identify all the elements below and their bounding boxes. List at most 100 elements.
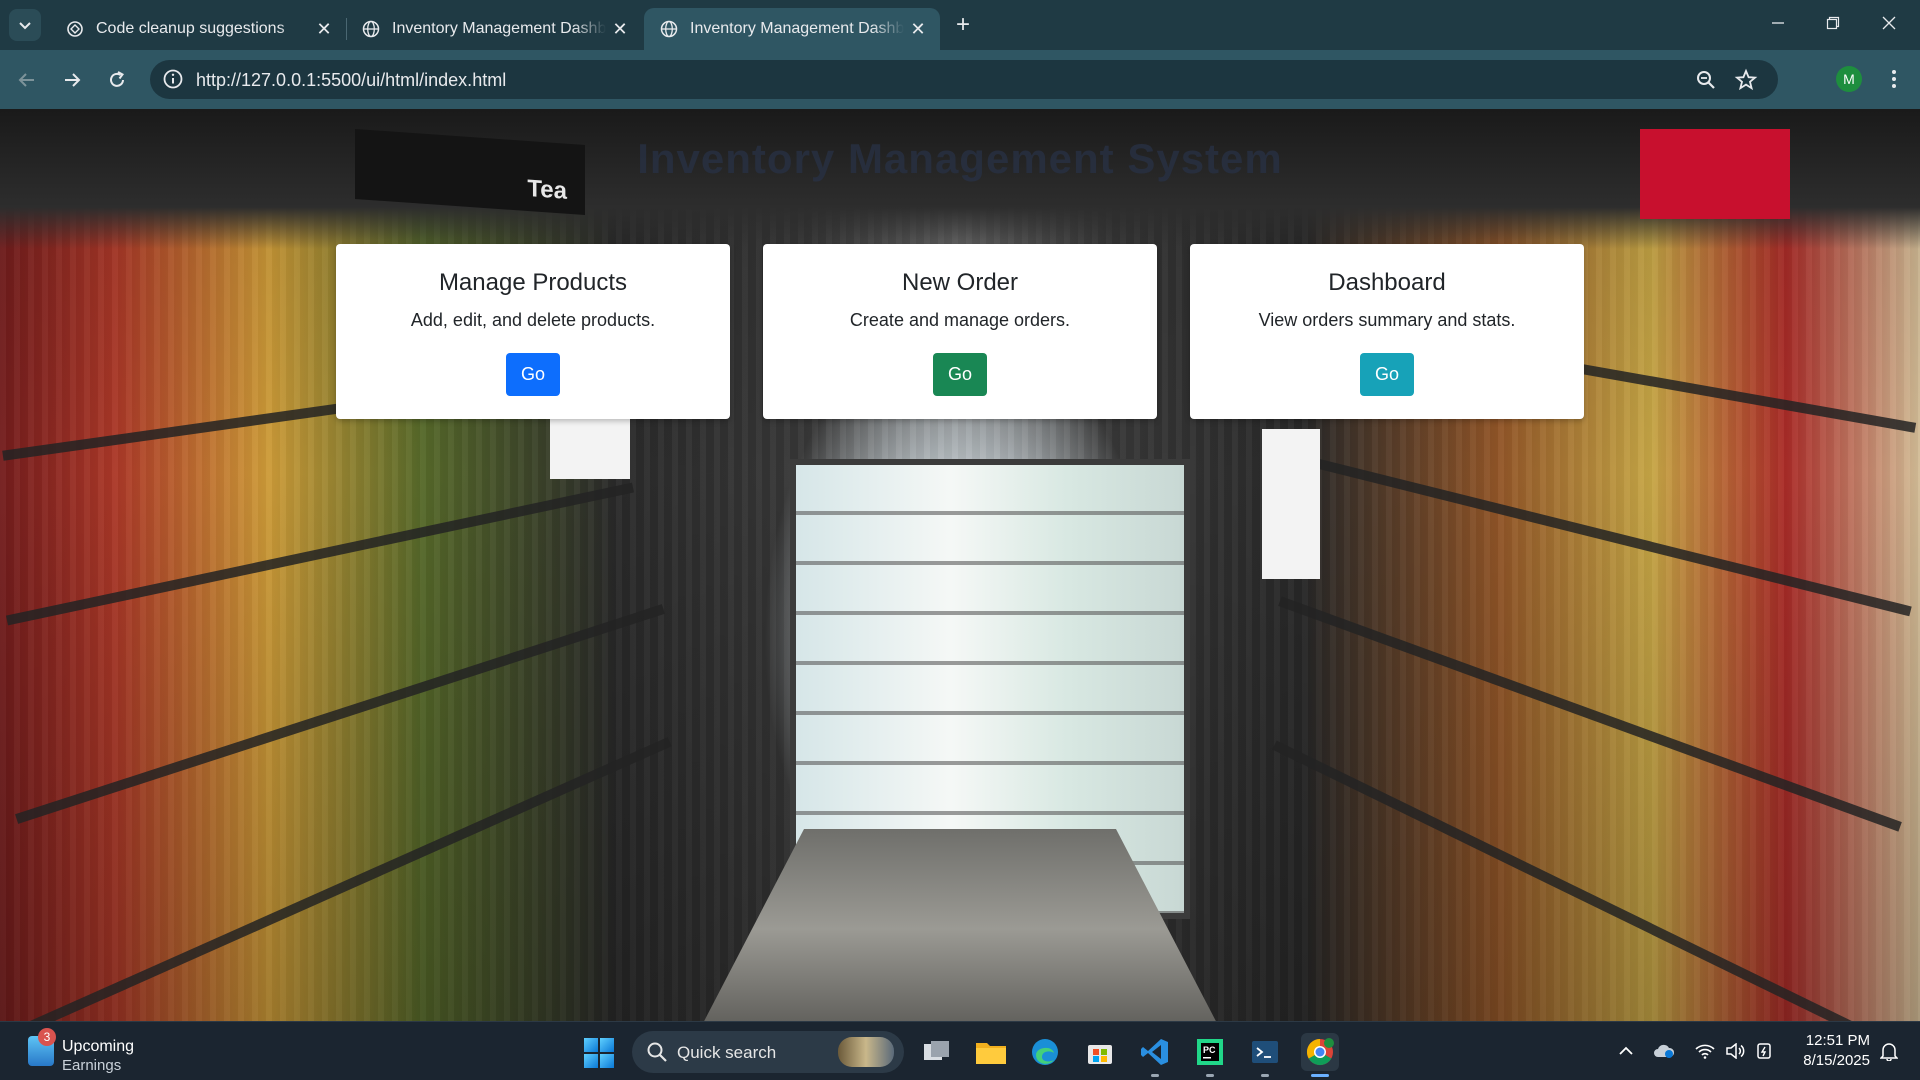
tab-title: Inventory Management Dashboard (690, 20, 904, 37)
windows-logo-icon (584, 1054, 598, 1068)
page-viewport: Tea Inventory Management System Manage P… (0, 109, 1920, 1021)
chrome-button[interactable] (1301, 1033, 1339, 1071)
clock-time: 12:51 PM (1805, 1032, 1870, 1049)
onedrive-tray-button[interactable] (1653, 1040, 1675, 1062)
globe-icon (362, 20, 380, 38)
card-description: Add, edit, and delete products. (410, 310, 656, 330)
more-menu-button[interactable] (1880, 64, 1908, 94)
taskbar-clock[interactable]: 12:51 PM 8/15/2025 (1790, 1031, 1870, 1071)
wifi-icon (1695, 1044, 1715, 1059)
taskbar-search[interactable]: Quick search (632, 1031, 904, 1073)
forward-button[interactable] (56, 64, 88, 96)
pycharm-button[interactable]: PC (1191, 1033, 1229, 1071)
arrow-left-icon (18, 73, 34, 87)
vscode-icon (1141, 1039, 1168, 1065)
show-hidden-icons-button[interactable] (1615, 1040, 1637, 1062)
address-bar[interactable]: http://127.0.0.1:5500/ui/html/index.html (150, 60, 1778, 99)
background-shelf (1288, 451, 1912, 617)
notifications-button[interactable] (1878, 1040, 1900, 1062)
browser-toolbar: http://127.0.0.1:5500/ui/html/index.html… (0, 50, 1920, 109)
windows-logo-icon (600, 1038, 614, 1052)
close-icon[interactable]: ✕ (904, 15, 932, 43)
volume-button[interactable] (1724, 1040, 1746, 1062)
task-view-icon (924, 1041, 949, 1060)
reload-icon (110, 71, 124, 87)
app-running-indicator (1261, 1074, 1269, 1077)
edge-button[interactable] (1026, 1033, 1064, 1071)
minimize-icon (1772, 22, 1784, 24)
cloud-icon (1654, 1044, 1675, 1058)
card-description: Create and manage orders. (849, 310, 1071, 330)
battery-button[interactable] (1754, 1040, 1776, 1062)
close-icon (1882, 16, 1896, 30)
chevron-down-icon (19, 22, 31, 30)
restore-icon (1826, 16, 1840, 30)
new-order-go-button[interactable]: Go (933, 353, 987, 396)
store-icon (1088, 1045, 1112, 1064)
tab-inventory-dashboard-active[interactable]: Inventory Management Dashboard ✕ (644, 8, 940, 50)
card-dashboard: Dashboard View orders summary and stats.… (1190, 244, 1584, 419)
speaker-icon (1726, 1043, 1745, 1059)
url-text[interactable]: http://127.0.0.1:5500/ui/html/index.html (196, 70, 506, 91)
manage-products-go-button[interactable]: Go (506, 353, 560, 396)
wifi-button[interactable] (1694, 1040, 1716, 1062)
restore-button[interactable] (1806, 0, 1860, 46)
page-title: Inventory Management System (637, 135, 1283, 182)
back-button[interactable] (11, 64, 43, 96)
dashboard-go-button[interactable]: Go (1360, 353, 1414, 396)
windows-logo-icon (584, 1038, 598, 1052)
arrow-right-icon (65, 73, 81, 87)
info-icon[interactable] (162, 68, 184, 90)
card-manage-products: Manage Products Add, edit, and delete pr… (336, 244, 730, 419)
tab-title: Code cleanup suggestions (96, 20, 285, 37)
terminal-icon (1252, 1041, 1278, 1063)
app-running-indicator (1151, 1074, 1159, 1077)
file-explorer-button[interactable] (972, 1033, 1010, 1071)
browser-tab-strip: Code cleanup suggestions ✕ Inventory Man… (0, 0, 1920, 50)
reload-button[interactable] (101, 64, 133, 96)
more-vert-icon (1892, 70, 1896, 88)
background-shelf (5, 482, 635, 626)
clock-date: 8/15/2025 (1803, 1052, 1870, 1069)
windows-taskbar: 3 Upcoming Earnings Quick search PC 12:5… (0, 1021, 1920, 1080)
battery-icon (1757, 1043, 1771, 1059)
bell-icon (1880, 1043, 1898, 1061)
widgets-button[interactable]: 3 Upcoming Earnings (24, 1028, 194, 1074)
tab-inventory-dashboard-1[interactable]: Inventory Management Dashboard ✕ (346, 8, 642, 50)
app-active-indicator (1311, 1074, 1329, 1077)
new-tab-button[interactable]: + (948, 10, 978, 40)
zoom-icon[interactable] (1694, 68, 1718, 92)
card-title: Dashboard (1328, 269, 1446, 296)
card-title: Manage Products (438, 269, 628, 296)
card-description: View orders summary and stats. (1258, 310, 1516, 330)
widget-line2: Earnings (62, 1057, 122, 1074)
notification-badge: 3 (38, 1028, 56, 1046)
tab-search-button[interactable] (9, 9, 41, 41)
globe-icon (660, 20, 678, 38)
app-running-indicator (1206, 1074, 1214, 1077)
chevron-up-icon (1619, 1046, 1633, 1055)
close-icon[interactable]: ✕ (606, 15, 634, 43)
folder-icon (976, 1043, 1006, 1064)
pycharm-icon: PC (1197, 1039, 1223, 1065)
edge-icon (1032, 1039, 1058, 1065)
search-highlight-image (838, 1037, 894, 1067)
close-icon[interactable]: ✕ (310, 15, 338, 43)
svg-text:PC: PC (1203, 1045, 1216, 1055)
profile-avatar[interactable]: M (1836, 66, 1862, 92)
tab-title: Inventory Management Dashboard (392, 20, 606, 37)
vscode-button[interactable] (1136, 1033, 1174, 1071)
nav-cards: Manage Products Add, edit, and delete pr… (336, 244, 1584, 419)
terminal-button[interactable] (1246, 1033, 1284, 1071)
task-view-button[interactable] (918, 1033, 956, 1071)
search-icon (647, 1042, 667, 1062)
close-window-button[interactable] (1862, 0, 1916, 46)
card-new-order: New Order Create and manage orders. Go (763, 244, 1157, 419)
store-button[interactable] (1081, 1033, 1119, 1071)
background-price-sign (1262, 429, 1320, 579)
tab-code-cleanup[interactable]: Code cleanup suggestions ✕ (50, 8, 346, 50)
start-button[interactable] (584, 1038, 614, 1068)
chatgpt-icon (67, 21, 83, 37)
star-icon[interactable] (1734, 68, 1758, 92)
minimize-button[interactable] (1751, 0, 1805, 46)
